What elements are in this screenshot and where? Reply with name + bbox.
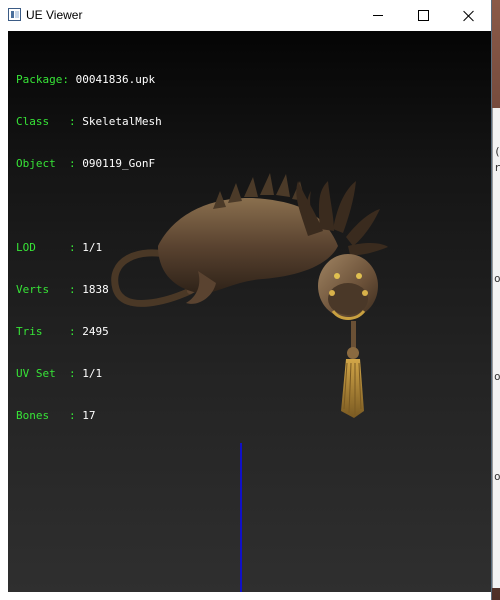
gold-accent: [329, 290, 335, 296]
tassel-knot: [347, 347, 359, 359]
close-button[interactable]: [446, 0, 492, 31]
background-window-glyph: r: [494, 161, 500, 174]
background-window-glyph: o: [494, 370, 500, 383]
muzzle-shape: [328, 283, 368, 315]
background-window-glyph: o: [494, 272, 500, 285]
window-frame-bottom: [0, 592, 491, 600]
maximize-icon: [417, 10, 429, 21]
minimize-icon: [373, 15, 383, 16]
ue-viewer-window: UE Viewer Package: 00041836.upk Class : …: [0, 0, 492, 600]
eye-shape: [356, 273, 362, 279]
background-window-glyph: o: [494, 470, 500, 483]
maximize-button[interactable]: [400, 0, 446, 31]
3d-viewport[interactable]: Package: 00041836.upk Class : SkeletalMe…: [8, 31, 491, 592]
background-window-glyph: (: [494, 145, 500, 158]
close-icon: [463, 10, 475, 22]
background-window-edge: ( r o o o: [492, 108, 500, 588]
dragon-lion-mesh-render[interactable]: [8, 31, 491, 592]
title-bar[interactable]: UE Viewer: [0, 0, 491, 31]
app-icon[interactable]: [8, 8, 21, 21]
axis-line: [240, 443, 242, 592]
tassel-cord: [351, 321, 356, 349]
gold-accent: [362, 290, 368, 296]
eye-shape: [334, 273, 340, 279]
minimize-button[interactable]: [355, 0, 401, 31]
window-title: UE Viewer: [26, 8, 83, 22]
